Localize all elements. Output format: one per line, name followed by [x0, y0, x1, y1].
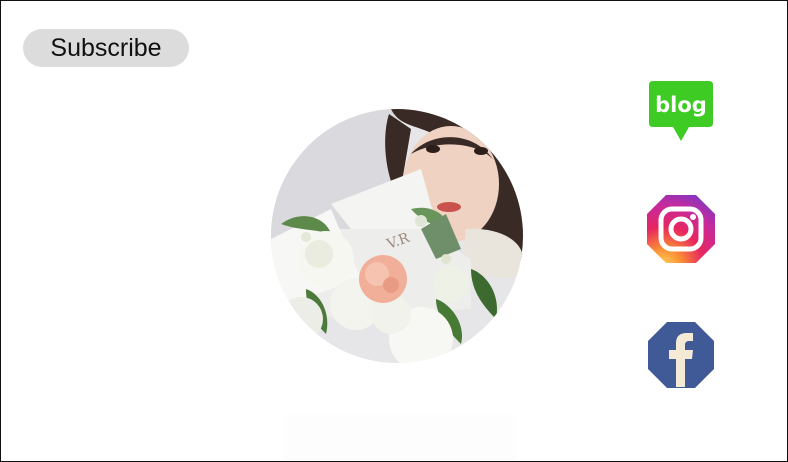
blog-icon[interactable]: blog	[647, 81, 715, 145]
content-placeholder	[284, 415, 516, 461]
subscribe-button[interactable]: Subscribe	[23, 29, 189, 67]
facebook-icon[interactable]	[647, 321, 715, 389]
instagram-icon[interactable]	[646, 194, 716, 264]
page-frame: Subscribe V.R blog	[0, 0, 788, 462]
blog-icon-text: blog	[655, 93, 707, 117]
profile-photo: V.R	[271, 109, 523, 363]
